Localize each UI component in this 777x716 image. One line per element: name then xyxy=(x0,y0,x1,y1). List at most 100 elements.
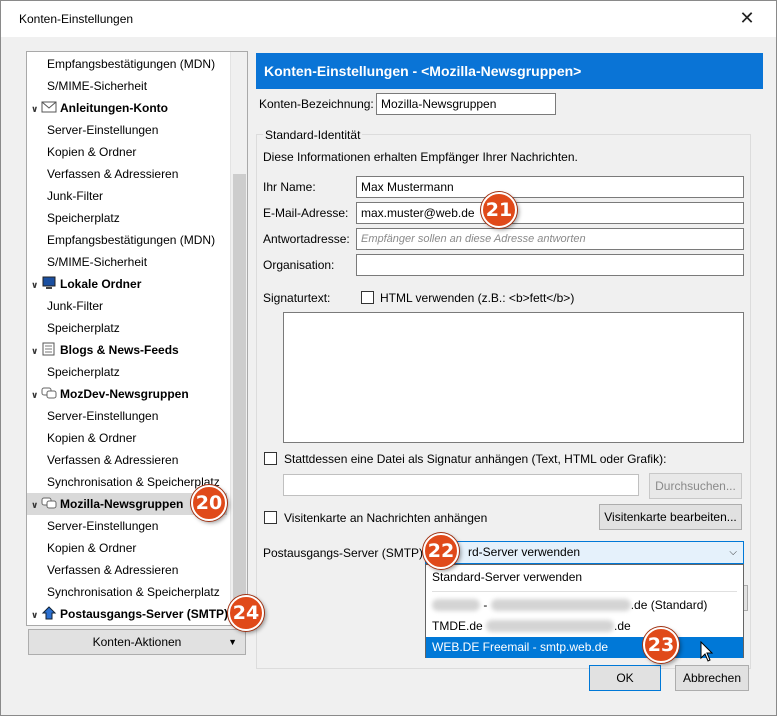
tree-item-label: Speicherplatz xyxy=(47,321,120,335)
expand-chevron-icon[interactable]: ∨ xyxy=(31,494,41,516)
tree-child-item[interactable]: Verfassen & Adressieren xyxy=(27,163,227,185)
tree-child-item[interactable]: Junk-Filter xyxy=(27,185,227,207)
smtp-option-selected[interactable]: WEB.DE Freemail - smtp.web.de xyxy=(426,637,743,658)
newsgroup-icon xyxy=(41,497,57,509)
html-checkbox-label: HTML verwenden (z.B.: <b>fett</b>) xyxy=(380,291,575,305)
tree-child-item[interactable]: Synchronisation & Speicherplatz xyxy=(27,581,227,603)
smtp-select[interactable]: rd-Server verwenden ⌵ xyxy=(425,541,744,564)
callout-badge: 20 xyxy=(191,485,227,521)
signature-file-input[interactable] xyxy=(283,474,639,496)
account-name-input[interactable]: Mozilla-Newsgruppen xyxy=(376,93,556,115)
account-actions-label: Konten-Aktionen xyxy=(92,635,182,649)
tree-child-item[interactable]: Speicherplatz xyxy=(27,317,227,339)
tree-item-label: Speicherplatz xyxy=(47,365,120,379)
tree-child-item[interactable]: Speicherplatz xyxy=(27,207,227,229)
tree-scrollbar[interactable] xyxy=(230,52,247,625)
expand-chevron-icon[interactable]: ∨ xyxy=(31,384,41,406)
expand-chevron-icon[interactable]: ∨ xyxy=(31,340,41,362)
tree-child-item[interactable]: Server-Einstellungen xyxy=(27,515,227,537)
tree-child-item[interactable]: Junk-Filter xyxy=(27,295,227,317)
name-label: Ihr Name: xyxy=(263,180,316,194)
tree-scrollbar-thumb[interactable] xyxy=(233,174,246,619)
smtp-dropdown[interactable]: Standard-Server verwenden - .de (Standar… xyxy=(425,564,744,658)
expand-chevron-icon[interactable]: ∨ xyxy=(31,274,41,296)
browse-button[interactable]: Durchsuchen... xyxy=(649,473,742,499)
tree-account-item[interactable]: ∨ Lokale Ordner xyxy=(27,273,227,295)
html-checkbox[interactable] xyxy=(361,291,374,304)
expand-chevron-icon[interactable]: ∨ xyxy=(31,98,41,120)
signature-label: Signaturtext: xyxy=(263,291,331,305)
tree-item-label: Synchronisation & Speicherplatz xyxy=(47,475,220,489)
tree-item-label: S/MIME-Sicherheit xyxy=(47,255,148,269)
panel-header: Konten-Einstellungen - <Mozilla-Newsgrup… xyxy=(256,53,763,89)
signature-textarea[interactable] xyxy=(283,312,744,443)
smtp-option[interactable]: TMDE.de .de xyxy=(426,616,743,637)
organization-label: Organisation: xyxy=(263,258,335,272)
smtp-option-suffix: .de xyxy=(614,619,631,633)
tree-item-label: MozDev-Newsgruppen xyxy=(60,387,189,401)
smtp-option-label: Standard-Server verwenden xyxy=(432,570,583,584)
smtp-label: Postausgangs-Server (SMTP): xyxy=(263,546,427,560)
tree-child-item[interactable]: S/MIME-Sicherheit xyxy=(27,75,227,97)
identity-group-label: Standard-Identität xyxy=(263,128,363,142)
expand-chevron-icon[interactable]: ∨ xyxy=(31,604,41,625)
tree-account-item[interactable]: ∨ Anleitungen-Konto xyxy=(27,97,227,119)
tree-item-label: Junk-Filter xyxy=(47,299,104,313)
ok-button[interactable]: OK xyxy=(589,665,661,691)
title-bar: Konten-Einstellungen ✕ xyxy=(1,1,776,37)
callout-badge: 24 xyxy=(228,595,264,631)
tree-child-item[interactable]: S/MIME-Sicherheit xyxy=(27,251,227,273)
close-icon[interactable]: ✕ xyxy=(736,7,758,29)
account-actions-button[interactable]: Konten-Aktionen ▼ xyxy=(28,629,246,655)
reply-to-input[interactable]: Empfänger sollen an diese Adresse antwor… xyxy=(356,228,744,250)
tree-item-label: Verfassen & Adressieren xyxy=(47,563,179,577)
tree-child-item[interactable]: Server-Einstellungen xyxy=(27,405,227,427)
tree-account-item[interactable]: ∨ Postausgangs-Server (SMTP) xyxy=(27,603,229,625)
tree-child-item[interactable]: Kopien & Ordner xyxy=(27,537,227,559)
tree-account-item[interactable]: ∨ MozDev-Newsgruppen xyxy=(27,383,227,405)
account-settings-dialog: Konten-Einstellungen ✕ Empfangsbestätigu… xyxy=(0,0,777,716)
email-input[interactable]: max.muster@web.de xyxy=(356,202,744,224)
tree-item-label: Kopien & Ordner xyxy=(47,431,137,445)
tree-child-item[interactable]: Empfangsbestätigungen (MDN) xyxy=(27,53,227,75)
reply-to-label: Antwortadresse: xyxy=(263,232,350,246)
vcard-checkbox[interactable] xyxy=(264,511,277,524)
account-tree[interactable]: Empfangsbestätigungen (MDN) S/MIME-Sicher… xyxy=(26,51,248,626)
tree-item-label: Server-Einstellungen xyxy=(47,519,159,533)
cancel-button[interactable]: Abbrechen xyxy=(675,665,749,691)
redacted-text xyxy=(486,620,615,632)
tree-child-item[interactable]: Server-Einstellungen xyxy=(27,119,227,141)
tree-item-label: S/MIME-Sicherheit xyxy=(47,79,148,93)
smtp-option[interactable]: Standard-Server verwenden xyxy=(426,567,743,588)
identity-description: Diese Informationen erhalten Empfänger I… xyxy=(263,150,578,164)
tree-account-item[interactable]: ∨ Blogs & News-Feeds xyxy=(27,339,227,361)
attach-file-label: Stattdessen eine Datei als Signatur anhä… xyxy=(284,452,667,466)
mail-icon xyxy=(41,101,57,113)
outgoing-server-icon xyxy=(41,606,57,620)
dropdown-arrow-icon: ▼ xyxy=(228,637,237,647)
callout-badge: 23 xyxy=(643,627,679,663)
tree-item-label: Speicherplatz xyxy=(47,211,120,225)
organization-input[interactable] xyxy=(356,254,744,276)
tree-item-label: Server-Einstellungen xyxy=(47,409,159,423)
tree-item-label: Verfassen & Adressieren xyxy=(47,453,179,467)
tree-item-label: Synchronisation & Speicherplatz xyxy=(47,585,220,599)
tree-item-label: Postausgangs-Server (SMTP) xyxy=(60,607,229,621)
tree-item-label: Lokale Ordner xyxy=(60,277,142,291)
edit-vcard-button[interactable]: Visitenkarte bearbeiten... xyxy=(599,504,742,530)
tree-item-label: Server-Einstellungen xyxy=(47,123,159,137)
tree-child-item[interactable]: Verfassen & Adressieren xyxy=(27,559,227,581)
smtp-option-label: TMDE.de xyxy=(432,619,483,633)
tree-child-item[interactable]: Speicherplatz xyxy=(27,361,227,383)
tree-item-label: Anleitungen-Konto xyxy=(60,101,168,115)
name-input[interactable]: Max Mustermann xyxy=(356,176,744,198)
tree-child-item[interactable]: Empfangsbestätigungen (MDN) xyxy=(27,229,227,251)
tree-item-label: Verfassen & Adressieren xyxy=(47,167,179,181)
tree-child-item[interactable]: Verfassen & Adressieren xyxy=(27,449,227,471)
attach-file-checkbox[interactable] xyxy=(264,452,277,465)
newsgroup-icon xyxy=(41,387,57,399)
tree-child-item[interactable]: Kopien & Ordner xyxy=(27,141,227,163)
tree-item-label: Empfangsbestätigungen (MDN) xyxy=(47,233,216,247)
tree-child-item[interactable]: Kopien & Ordner xyxy=(27,427,227,449)
smtp-option[interactable]: - .de (Standard) xyxy=(426,595,743,616)
